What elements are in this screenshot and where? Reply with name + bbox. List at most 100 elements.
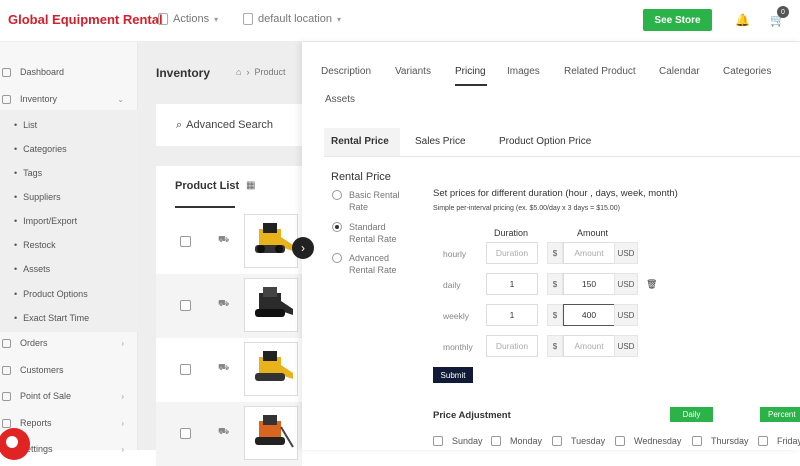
subtab-rental-price[interactable]: Rental Price	[331, 136, 389, 147]
page-title: Inventory	[156, 66, 211, 80]
location-selector[interactable]: default location ▾	[243, 13, 341, 25]
trash-icon[interactable]: 🗑	[646, 279, 657, 290]
duration-column-header: Duration	[494, 228, 529, 238]
checkbox[interactable]	[491, 436, 501, 446]
table-row[interactable]: ⛟	[156, 402, 302, 466]
sidebar-sub-restock[interactable]: Restock	[14, 240, 56, 250]
day-label: Monday	[510, 436, 543, 446]
cart-icon[interactable]: ⛟	[218, 298, 229, 310]
cart-icon[interactable]: ⛟	[218, 426, 229, 438]
rate-label-daily: daily	[443, 280, 461, 290]
tab-related-product[interactable]: Related Product	[564, 66, 636, 77]
tab-pricing[interactable]: Pricing	[455, 66, 486, 77]
subtab-sales-price[interactable]: Sales Price	[415, 136, 466, 147]
table-row[interactable]: ⛟	[156, 210, 302, 274]
product-thumbnail[interactable]	[244, 342, 298, 396]
day-checkbox-monday[interactable]: Monday	[491, 436, 542, 446]
radio-standard-rental-rate[interactable]	[332, 222, 342, 232]
table-row[interactable]: ⛟	[156, 338, 302, 402]
standard-rental-rate-label[interactable]: Standard Rental Rate	[349, 221, 409, 245]
product-thumbnail[interactable]	[244, 406, 298, 460]
sidebar-item-dashboard[interactable]: Dashboard	[0, 67, 138, 77]
actions-menu[interactable]: Actions ▾	[158, 13, 218, 25]
calendar-icon[interactable]: ▦	[246, 180, 255, 191]
breadcrumb-product[interactable]: Product	[254, 67, 285, 77]
day-checkbox-tuesday[interactable]: Tuesday	[552, 436, 605, 446]
radio-basic-rental-rate[interactable]	[332, 190, 342, 200]
checkbox[interactable]	[615, 436, 625, 446]
product-list: Product List ▦ ⛟ ⛟ ⛟ ⛟	[156, 166, 316, 466]
collapse-panel-button[interactable]: ›	[292, 237, 314, 259]
row-checkbox[interactable]	[180, 428, 191, 439]
sidebar-sub-tags[interactable]: Tags	[14, 168, 42, 178]
rate-label-monthly: monthly	[443, 342, 473, 352]
sidebar-sub-exact-start-time[interactable]: Exact Start Time	[14, 313, 89, 323]
day-checkbox-friday[interactable]: Friday	[758, 436, 800, 446]
day-checkbox-sunday[interactable]: Sunday	[433, 436, 483, 446]
basic-rental-rate-label[interactable]: Basic Rental Rate	[349, 189, 409, 213]
sidebar-item-inventory[interactable]: Inventory ⌄	[0, 94, 138, 104]
sidebar-sub-assets[interactable]: Assets	[14, 264, 50, 274]
sidebar-sub-product-options[interactable]: Product Options	[14, 289, 88, 299]
tab-description[interactable]: Description	[321, 66, 371, 77]
sidebar-sub-suppliers[interactable]: Suppliers	[14, 192, 61, 202]
currency-code: USD	[614, 273, 638, 295]
skid-steer-image	[255, 223, 293, 253]
hourly-duration-input[interactable]: Duration	[486, 242, 538, 264]
sidebar-sub-categories[interactable]: Categories	[14, 144, 67, 154]
tab-calendar[interactable]: Calendar	[659, 66, 700, 77]
checkbox[interactable]	[758, 436, 768, 446]
chevron-down-icon: ▾	[337, 14, 342, 24]
checkbox[interactable]	[552, 436, 562, 446]
chevron-down-icon: ⌄	[117, 94, 124, 104]
chevron-down-icon: ▾	[214, 14, 219, 24]
sidebar-item-point-of-sale[interactable]: Point of Sale ›	[0, 391, 138, 401]
tab-categories[interactable]: Categories	[723, 66, 771, 77]
cart-icon[interactable]: ⛟	[218, 362, 229, 374]
sidebar-sub-import-export[interactable]: Import/Export	[14, 216, 77, 226]
tab-assets[interactable]: Assets	[325, 94, 355, 105]
advanced-search-toggle[interactable]: ⌕ Advanced Search	[156, 104, 316, 146]
sidebar-sub-list[interactable]: List	[14, 120, 37, 130]
home-icon[interactable]: ⌂	[236, 67, 241, 77]
sidebar-item-label: Reports	[20, 418, 52, 428]
sidebar-item-reports[interactable]: Reports ›	[0, 418, 138, 428]
product-thumbnail[interactable]	[244, 278, 298, 332]
weekly-amount-input[interactable]: 400	[563, 304, 615, 326]
daily-duration-input[interactable]: 1	[486, 273, 538, 295]
help-chat-button[interactable]	[0, 428, 30, 460]
breadcrumb-separator: ›	[243, 67, 252, 77]
checkbox[interactable]	[433, 436, 443, 446]
tab-variants[interactable]: Variants	[395, 66, 431, 77]
sidebar-item-customers[interactable]: Customers	[0, 365, 138, 375]
row-checkbox[interactable]	[180, 364, 191, 375]
breadcrumb: ⌂ › Product	[236, 67, 286, 77]
brand-logo[interactable]: Global Equipment Rental	[8, 12, 163, 27]
monthly-duration-input[interactable]: Duration	[486, 335, 538, 357]
row-checkbox[interactable]	[180, 300, 191, 311]
see-store-button[interactable]: See Store	[643, 9, 712, 31]
table-row[interactable]: ⛟	[156, 274, 302, 338]
rental-price-title: Rental Price	[331, 171, 391, 183]
weekly-duration-input[interactable]: 1	[486, 304, 538, 326]
submit-button[interactable]: Submit	[433, 367, 473, 383]
advanced-rental-rate-label[interactable]: Advanced Rental Rate	[349, 252, 409, 276]
row-checkbox[interactable]	[180, 236, 191, 247]
radio-advanced-rental-rate[interactable]	[332, 253, 342, 263]
day-checkbox-wednesday[interactable]: Wednesday	[615, 436, 681, 446]
skid-steer-image	[255, 351, 293, 381]
cart-icon[interactable]: ⛟	[218, 234, 229, 246]
bell-icon[interactable]: 🔔	[735, 13, 750, 27]
percent-toggle-button[interactable]: Percent	[760, 407, 800, 422]
day-checkbox-thursday[interactable]: Thursday	[692, 436, 749, 446]
sidebar-item-orders[interactable]: Orders ›	[0, 338, 138, 348]
subtab-product-option-price[interactable]: Product Option Price	[499, 136, 591, 147]
product-thumbnail[interactable]	[244, 214, 298, 268]
monthly-amount-input[interactable]: Amount	[563, 335, 615, 357]
checkbox[interactable]	[692, 436, 702, 446]
daily-toggle-button[interactable]: Daily	[670, 407, 713, 422]
hourly-amount-input[interactable]: Amount	[563, 242, 615, 264]
daily-amount-input[interactable]: 150	[563, 273, 615, 295]
search-icon: ⌕	[176, 118, 183, 131]
tab-images[interactable]: Images	[507, 66, 540, 77]
